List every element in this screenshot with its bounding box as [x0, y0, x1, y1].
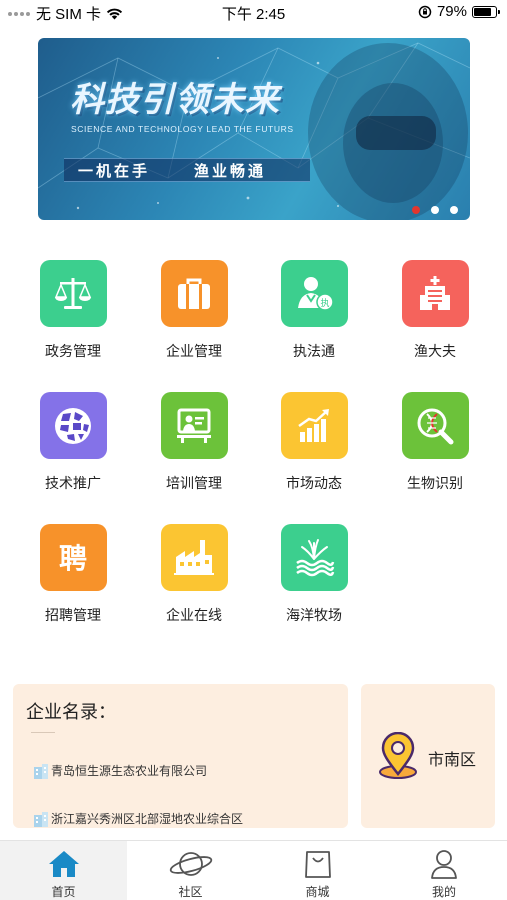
menu-item-tech[interactable]: 技术推广	[23, 392, 123, 493]
menu-label: 生物识别	[407, 475, 463, 491]
menu-label: 渔大夫	[414, 343, 456, 359]
menu-tile[interactable]	[280, 392, 348, 459]
dna-search-icon	[417, 408, 454, 444]
menu-tile[interactable]	[39, 260, 107, 327]
menu-item-sea[interactable]: 海洋牧场	[264, 524, 364, 625]
globe-icon	[55, 407, 91, 444]
shopping-bag-icon	[304, 851, 331, 878]
sea-ranch-icon	[296, 538, 335, 576]
slogan-left: 一机在手	[78, 162, 151, 180]
factory-icon	[174, 539, 214, 575]
company-name: 浙江嘉兴秀洲区北部湿地农业综合区	[51, 812, 244, 826]
menu-item-bio[interactable]: 生物识别	[385, 392, 485, 493]
map-pin-icon	[379, 732, 417, 779]
menu-label: 培训管理	[166, 475, 222, 491]
slogan-right: 渔业畅通	[194, 162, 267, 180]
menu-label: 市场动态	[286, 475, 342, 491]
banner-slogan: 一机在手 渔业畅通	[64, 158, 310, 182]
menu-item-market[interactable]: 市场动态	[264, 392, 364, 493]
company-name: 青岛恒生源生态农业有限公司	[51, 764, 208, 778]
menu-tile[interactable]	[160, 392, 228, 459]
battery-icon	[472, 5, 500, 18]
menu-tile[interactable]: 执	[280, 260, 348, 327]
user-icon	[431, 850, 457, 879]
svg-text:执: 执	[320, 297, 329, 309]
battery-percent: 79%	[436, 3, 467, 20]
carousel-dot[interactable]	[450, 206, 458, 214]
planet-icon	[169, 852, 212, 876]
battery-level	[474, 7, 491, 16]
recruit-icon: 聘	[59, 542, 87, 575]
menu-item-gov[interactable]: 政务管理	[23, 260, 123, 361]
directory-title: 企业名录：	[26, 702, 116, 722]
menu-label: 技术推广	[45, 475, 101, 491]
menu-label: 海洋牧场	[286, 607, 342, 623]
scale-icon	[54, 277, 92, 309]
banner-title: 科技引领未来	[70, 81, 280, 119]
district-label: 市南区	[428, 752, 477, 769]
menu-item-law[interactable]: 执 执法通	[264, 260, 364, 361]
menu-label: 招聘管理	[45, 607, 101, 623]
orientation-lock-icon	[418, 5, 432, 18]
carousel-dot[interactable]	[412, 206, 420, 214]
banner-subtitle: SCIENCE AND TECHNOLOGY LEAD THE FUTURS	[71, 124, 294, 134]
menu-label: 政务管理	[45, 343, 101, 359]
training-icon	[177, 408, 211, 443]
tab-label: 社区	[178, 885, 203, 899]
tab-mall[interactable]: 商城	[254, 841, 381, 900]
menu-item-doctor[interactable]: 渔大夫	[385, 260, 485, 361]
menu-label: 企业管理	[166, 343, 222, 359]
menu-item-training[interactable]: 培训管理	[144, 392, 244, 493]
tab-label: 商城	[305, 885, 330, 899]
bottom-tab-bar: 首页 社区 商城 我的	[0, 840, 507, 900]
menu-tile[interactable]	[160, 524, 228, 591]
divider	[31, 732, 55, 733]
status-bar: 无 SIM 卡 下午 2:45 79%	[0, 0, 507, 26]
location-card[interactable]: 市南区	[361, 684, 495, 828]
briefcase-icon	[178, 278, 210, 309]
home-icon	[48, 851, 79, 877]
menu-tile[interactable]	[401, 392, 469, 459]
building-icon	[34, 811, 48, 827]
hospital-icon	[420, 275, 450, 310]
menu-tile[interactable]	[401, 260, 469, 327]
chart-icon	[298, 408, 329, 442]
tab-home[interactable]: 首页	[0, 841, 127, 900]
menu-item-recruit[interactable]: 聘 招聘管理	[23, 524, 123, 625]
officer-icon: 执	[298, 276, 334, 311]
carousel-dot[interactable]	[431, 206, 439, 214]
carousel-indicator	[412, 206, 458, 214]
tab-mine[interactable]: 我的	[381, 841, 507, 900]
company-item[interactable]: 浙江嘉兴秀洲区北部湿地农业综合区	[33, 810, 243, 827]
menu-label: 企业在线	[166, 607, 222, 623]
menu-tile[interactable]	[280, 524, 348, 591]
tab-community[interactable]: 社区	[127, 841, 254, 900]
menu-tile[interactable]	[160, 260, 228, 327]
building-icon	[34, 763, 48, 779]
menu-tile[interactable]	[39, 392, 107, 459]
tab-label: 我的	[431, 885, 456, 899]
menu-tile[interactable]: 聘	[39, 524, 107, 591]
banner-carousel[interactable]: 科技引领未来 SCIENCE AND TECHNOLOGY LEAD THE F…	[38, 38, 470, 220]
company-item[interactable]: 青岛恒生源生态农业有限公司	[33, 762, 207, 779]
menu-label: 执法通	[293, 343, 335, 359]
menu-item-enterprise[interactable]: 企业管理	[144, 260, 244, 361]
menu-item-online[interactable]: 企业在线	[144, 524, 244, 625]
svg-text:聘: 聘	[59, 542, 87, 575]
tab-label: 首页	[51, 885, 76, 899]
enterprise-directory-card[interactable]: 企业名录： 青岛恒生源生态农业有限公司 浙江嘉兴秀洲区北部湿地农业综合区	[13, 684, 348, 828]
